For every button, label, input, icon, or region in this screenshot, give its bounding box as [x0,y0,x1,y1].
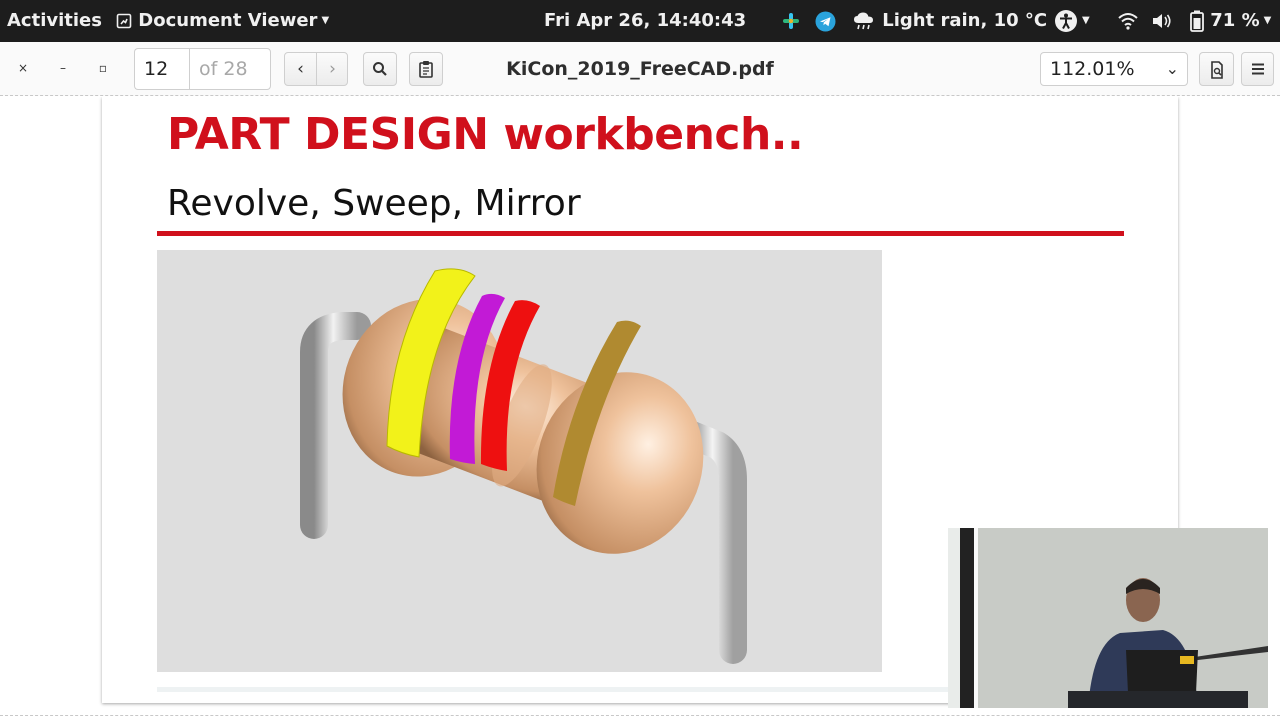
presenter-image [948,528,1268,708]
zoom-select[interactable]: 112.01% ⌄ [1040,52,1188,86]
volume-icon[interactable] [1151,0,1173,42]
clock[interactable]: Fri Apr 26, 14:40:43 [544,0,746,42]
close-window-button[interactable]: × [11,56,35,80]
resistor-3d-icon [300,268,747,664]
resistor-render-image [157,250,882,672]
battery-icon [1190,10,1204,32]
weather-indicator[interactable]: Light rain, 10 °C [852,0,1047,42]
battery-percent: 71 % [1210,10,1260,31]
chevron-down-icon: ⌄ [1165,59,1179,78]
presenter-video-overlay [948,528,1268,708]
rain-cloud-icon [854,12,873,30]
slack-icon[interactable] [781,0,801,42]
accessibility-icon [1055,10,1077,32]
gnome-top-bar: Activities Document Viewer ▼ Fri Apr 26, … [0,0,1280,42]
slide-title: PART DESIGN workbench.. [167,109,804,160]
activities-button[interactable]: Activities [7,0,102,42]
page-separator [0,715,1280,716]
telegram-icon[interactable] [815,0,836,42]
app-menu[interactable]: Document Viewer ▼ [116,0,329,42]
next-page-button[interactable]: › [317,53,348,85]
document-icon [1210,61,1223,79]
accessibility-menu[interactable]: ▼ [1054,0,1090,42]
slide-subtitle: Revolve, Sweep, Mirror [167,183,581,224]
minimize-window-button[interactable]: – [51,56,75,80]
page-navigation-group: ‹ › [284,52,348,86]
chevron-down-icon: ▼ [321,15,330,26]
title-divider [157,231,1124,236]
page-number-input[interactable]: 12 [134,48,190,90]
zoom-value: 112.01% [1050,58,1135,80]
previous-page-button[interactable]: ‹ [285,53,317,85]
menu-button[interactable] [1241,52,1274,86]
annotations-button[interactable] [409,52,443,86]
document-viewer-icon [116,13,132,29]
battery-indicator[interactable]: 71 % ▼ [1190,0,1271,42]
wifi-icon[interactable] [1117,0,1139,42]
print-button[interactable] [1199,52,1234,86]
document-title: KiCon_2019_FreeCAD.pdf [506,58,774,80]
chevron-down-icon: ▼ [1082,15,1090,26]
search-icon [373,62,387,76]
weather-text: Light rain, 10 °C [882,10,1048,31]
header-bar: × – ▫ 12 of 28 ‹ › KiCon_2019_FreeCAD.pd… [0,42,1280,96]
page-total-label: of 28 [189,48,271,90]
chevron-down-icon: ▼ [1263,15,1272,26]
maximize-window-button[interactable]: ▫ [91,56,115,80]
app-menu-label: Document Viewer [138,10,318,31]
clipboard-icon [419,61,433,78]
find-button[interactable] [363,52,397,86]
hamburger-menu-icon [1251,63,1264,75]
